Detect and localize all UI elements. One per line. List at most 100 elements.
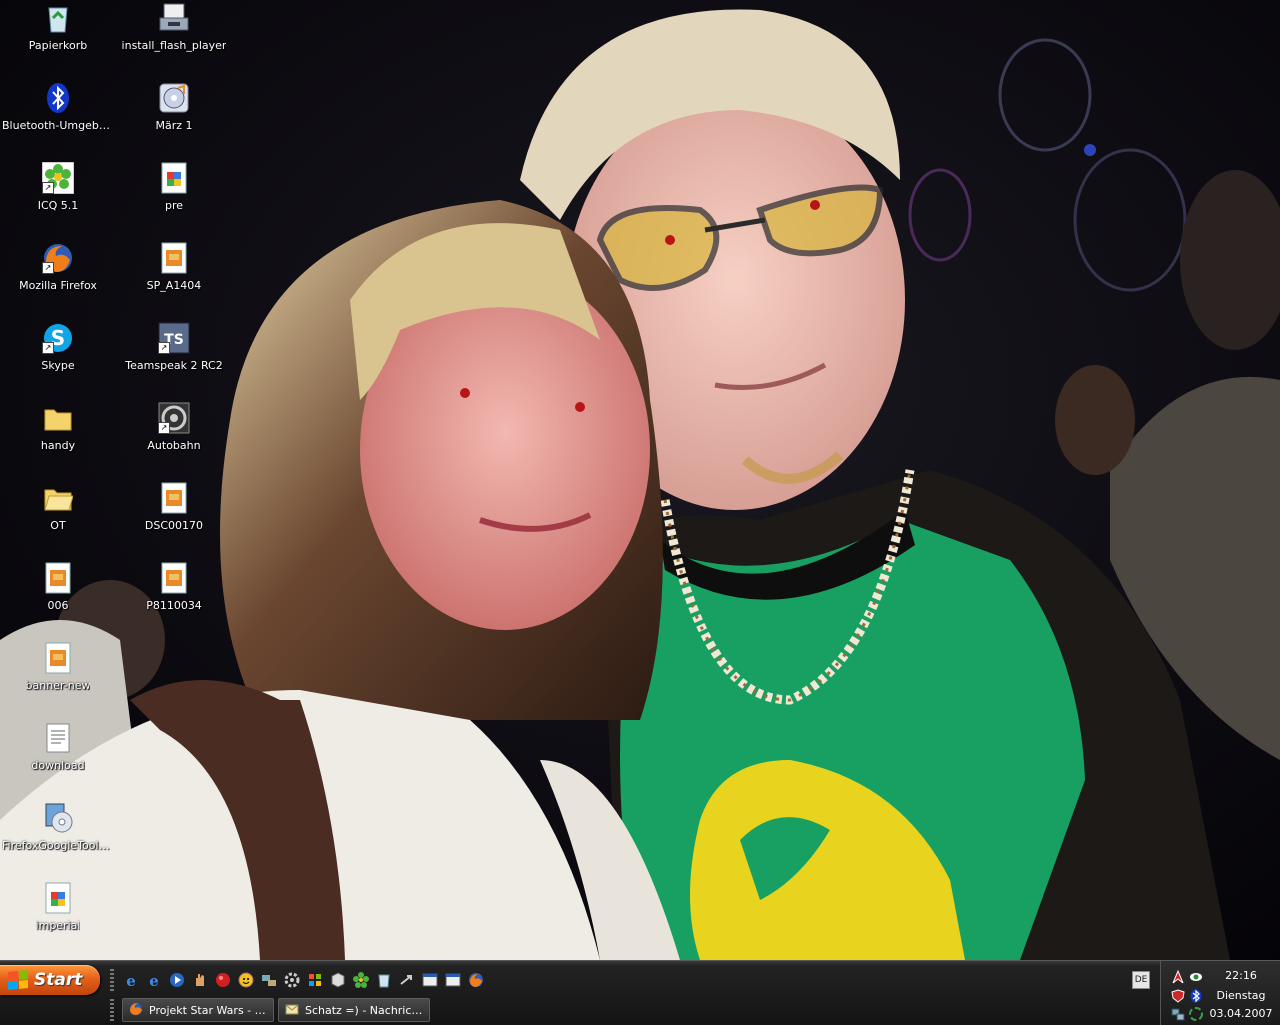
desktop-icon-label: SP_A1404 <box>146 279 202 292</box>
folder-icon <box>42 402 74 434</box>
clock-date: 03.04.2007 <box>1209 1007 1273 1020</box>
desktop-icon-firefoxgoogletoolbar[interactable]: FirefoxGoogleToolb... <box>2 802 114 876</box>
desktop-icon-label: Mozilla Firefox <box>19 279 97 292</box>
desktop-icon-label: OT <box>50 519 66 532</box>
quick-launch-bar: e e <box>110 967 486 993</box>
start-label: Start <box>34 970 83 990</box>
envelope-icon <box>285 1002 299 1019</box>
shortcut-arrow-icon: ↗ <box>42 342 54 354</box>
teamspeak-icon: TS ↗ <box>158 322 190 354</box>
window-icon[interactable] <box>443 970 463 990</box>
svg-text:e: e <box>126 972 136 988</box>
shield-icon[interactable] <box>1171 988 1185 1003</box>
taskbar-window-title: Projekt Star Wars - A... <box>149 1003 267 1017</box>
system-tray: 22:16 Dienstag 03.04.2007 <box>1160 961 1280 1025</box>
windows-icon[interactable] <box>305 970 325 990</box>
folder-open-icon <box>42 482 74 514</box>
firefox-icon[interactable] <box>466 970 486 990</box>
media-player-icon[interactable] <box>167 970 187 990</box>
desktop-icon-label: Teamspeak 2 RC2 <box>125 359 223 372</box>
red-ball-icon[interactable] <box>213 970 233 990</box>
desktop-icon-install-flash-player[interactable]: install_flash_player <box>118 2 230 76</box>
desktop-icon-handy[interactable]: handy <box>2 402 114 476</box>
audio-file-icon <box>158 82 190 114</box>
svg-text:e: e <box>149 972 159 988</box>
toolbar-grip[interactable] <box>110 969 114 991</box>
desktop-icon-papierkorb[interactable]: Papierkorb <box>2 2 114 76</box>
start-button[interactable]: Start <box>0 965 100 995</box>
icq-flower-icon[interactable] <box>351 970 371 990</box>
image-file-icon <box>42 562 74 594</box>
taskbar-window-button[interactable]: Schatz =) - Nachricht... <box>278 998 430 1022</box>
recycle-bin-icon <box>42 2 74 34</box>
desktop-icon-label: Autobahn <box>147 439 201 452</box>
image-file-icon <box>42 642 74 674</box>
desktop-icon-download[interactable]: download <box>2 722 114 796</box>
installer-cd-icon <box>42 802 74 834</box>
desktop-icon-label: FirefoxGoogleToolb... <box>2 839 114 852</box>
shortcut-arrow-icon: ↗ <box>158 342 170 354</box>
desktop-icon-banner-new[interactable]: banner-new <box>2 642 114 716</box>
desktop-icon-teamspeak[interactable]: TS ↗ Teamspeak 2 RC2 <box>118 322 230 396</box>
desktop-icon-label: Skype <box>41 359 75 372</box>
desktop-icon-maerz-1[interactable]: März 1 <box>118 82 230 156</box>
taskbar-window-button[interactable]: Projekt Star Wars - A... <box>122 998 274 1022</box>
gear-icon[interactable] <box>282 970 302 990</box>
bluetooth-icon <box>42 82 74 114</box>
desktop-icon-sp-a1404[interactable]: SP_A1404 <box>118 242 230 316</box>
installer-icon <box>158 2 190 34</box>
desktop-icon-skype[interactable]: S ↗ Skype <box>2 322 114 396</box>
network-icon[interactable] <box>1171 1006 1185 1021</box>
game-wheel-icon: ↗ <box>158 402 190 434</box>
cube-icon[interactable] <box>328 970 348 990</box>
desktop-icon-label: P8110034 <box>146 599 202 612</box>
text-document-icon <box>42 722 74 754</box>
taskbar-window-title: Schatz =) - Nachricht... <box>305 1003 423 1017</box>
image-document-icon <box>158 162 190 194</box>
antivirus-icon[interactable] <box>1171 969 1185 984</box>
desktop-icon-label: banner-new <box>25 679 91 692</box>
arrow-icon[interactable] <box>397 970 417 990</box>
windows-logo-icon <box>8 969 28 991</box>
desktop-icon-bluetooth[interactable]: Bluetooth-Umgebung <box>2 82 114 156</box>
shortcut-arrow-icon: ↗ <box>42 182 54 194</box>
clock-day: Dienstag <box>1216 989 1266 1002</box>
window-icon[interactable] <box>420 970 440 990</box>
image-file-icon <box>158 562 190 594</box>
icq-flower-icon: ↗ <box>42 162 74 194</box>
smiley-icon[interactable] <box>236 970 256 990</box>
desktop-icon-ot[interactable]: OT <box>2 482 114 556</box>
desktop-icon-p8110034[interactable]: P8110034 <box>118 562 230 636</box>
image-file-icon <box>158 242 190 274</box>
shortcut-arrow-icon: ↗ <box>158 422 170 434</box>
desktop-icon-label: handy <box>40 439 76 452</box>
hand-icon[interactable] <box>190 970 210 990</box>
language-indicator[interactable]: DE <box>1132 971 1150 989</box>
ie-icon[interactable]: e <box>144 970 164 990</box>
clock-time[interactable]: 22:16 <box>1201 969 1280 982</box>
desktop-icon-label: März 1 <box>155 119 193 132</box>
desktop-icon-pre[interactable]: pre <box>118 162 230 236</box>
skype-icon: S ↗ <box>42 322 74 354</box>
ie-icon[interactable]: e <box>121 970 141 990</box>
network-icon[interactable] <box>259 970 279 990</box>
firefox-icon: ↗ <box>42 242 74 274</box>
desktop-icon-label: DSC00170 <box>144 519 204 532</box>
desktop-icon-firefox[interactable]: ↗ Mozilla Firefox <box>2 242 114 316</box>
image-document-icon <box>42 882 74 914</box>
taskbar-window-list: Projekt Star Wars - A... Schatz =) - Nac… <box>110 997 430 1023</box>
desktop-icon-imperial[interactable]: imperial <box>2 882 114 956</box>
desktop-icon-icq[interactable]: ↗ ICQ 5.1 <box>2 162 114 236</box>
shortcut-arrow-icon: ↗ <box>42 262 54 274</box>
desktop-icon-label: Bluetooth-Umgebung <box>2 119 114 132</box>
desktop-icon-label: Papierkorb <box>28 39 88 52</box>
desktop-icon-autobahn[interactable]: ↗ Autobahn <box>118 402 230 476</box>
taskbar: Start e e Projekt Star Wars - A... Schat… <box>0 960 1280 1025</box>
desktop-icon-006[interactable]: 006 <box>2 562 114 636</box>
bin-icon[interactable] <box>374 970 394 990</box>
desktop-icon-label: download <box>31 759 85 772</box>
toolbar-grip[interactable] <box>110 999 114 1021</box>
desktop-icon-label: ICQ 5.1 <box>37 199 79 212</box>
desktop-icon-label: install_flash_player <box>121 39 227 52</box>
desktop-icon-dsc00170[interactable]: DSC00170 <box>118 482 230 556</box>
